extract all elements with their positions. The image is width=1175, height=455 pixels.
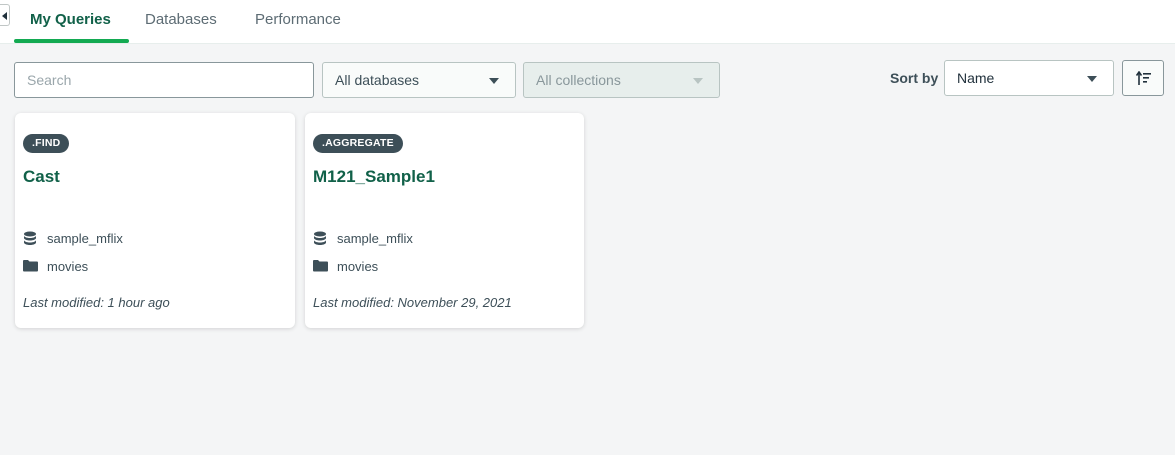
- sort-by-select[interactable]: Name: [944, 60, 1114, 96]
- saved-query-card[interactable]: .FIND Cast sample_mflix movies Last modi…: [15, 113, 295, 328]
- database-filter-value: All databases: [335, 72, 420, 88]
- last-modified: Last modified: 1 hour ago: [23, 295, 170, 310]
- last-modified: Last modified: November 29, 2021: [313, 295, 512, 310]
- caret-down-icon: [693, 78, 703, 84]
- caret-down-icon: [1087, 76, 1097, 82]
- query-title: Cast: [23, 167, 60, 186]
- folder-icon: [23, 260, 38, 272]
- caret-down-icon: [489, 78, 499, 84]
- collapse-sidebar-button[interactable]: [0, 4, 10, 26]
- query-title: M121_Sample1: [313, 167, 435, 186]
- saved-query-card[interactable]: .AGGREGATE M121_Sample1 sample_mflix mov…: [305, 113, 584, 328]
- tab-my-queries[interactable]: My Queries: [30, 0, 111, 44]
- query-type-badge: .FIND: [23, 134, 70, 153]
- collection-filter-select[interactable]: All collections: [523, 62, 720, 98]
- database-icon: [24, 231, 36, 245]
- collection-name: movies: [337, 259, 379, 274]
- active-tab-indicator: [14, 39, 129, 43]
- search-input[interactable]: [14, 62, 314, 98]
- sort-direction-button[interactable]: [1122, 60, 1164, 96]
- sort-by-label: Sort by: [890, 70, 939, 86]
- database-filter-select[interactable]: All databases: [322, 62, 516, 98]
- caret-left-icon: [2, 12, 7, 20]
- collection-filter-value: All collections: [536, 72, 621, 88]
- tab-performance[interactable]: Performance: [255, 0, 341, 44]
- collection-name: movies: [47, 259, 89, 274]
- folder-icon: [313, 260, 328, 272]
- database-name: sample_mflix: [337, 231, 413, 246]
- sort-by-value: Name: [957, 70, 995, 86]
- sort-ascending-icon: [1136, 71, 1151, 85]
- query-type-badge: .AGGREGATE: [313, 134, 403, 153]
- database-icon: [314, 231, 326, 245]
- database-name: sample_mflix: [47, 231, 123, 246]
- tab-bar: My Queries Databases Performance: [0, 0, 1175, 44]
- tab-databases[interactable]: Databases: [145, 0, 217, 44]
